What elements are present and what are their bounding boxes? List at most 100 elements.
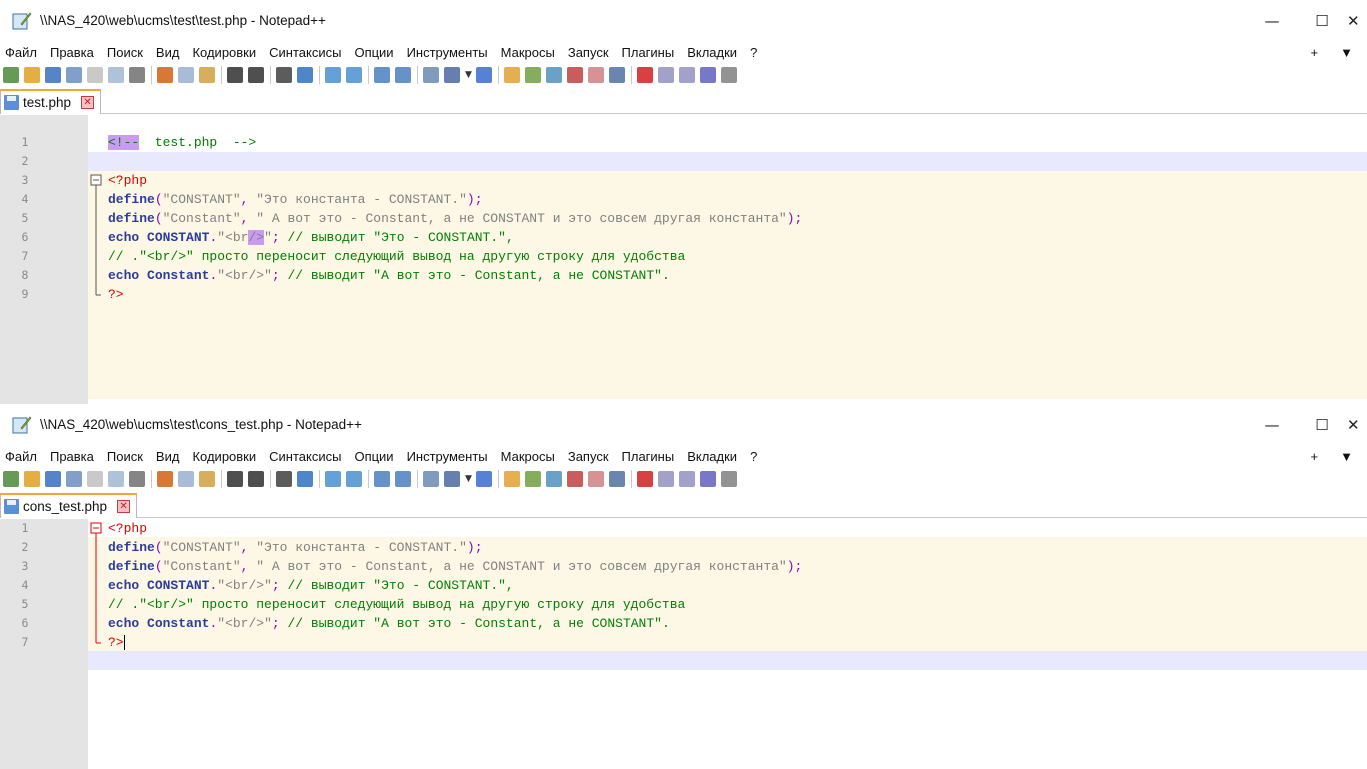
paste-icon[interactable] <box>199 67 215 83</box>
zoom-in-icon[interactable] <box>325 67 341 83</box>
play-macro-icon[interactable] <box>678 471 695 487</box>
code-editor[interactable]: 1 <!-- test.php --> 2 3 <?php 4 define("… <box>0 115 1367 404</box>
menu-tools[interactable]: Инструменты <box>407 45 488 60</box>
close-button[interactable]: ✕ <box>1347 404 1367 445</box>
menu-window[interactable]: Вкладки <box>687 45 737 60</box>
sync-horizontal-icon[interactable] <box>395 471 411 487</box>
record-macro-icon[interactable] <box>636 67 653 83</box>
tab-cons-test-php[interactable]: cons_test.php ✕ <box>0 493 138 518</box>
menu-file[interactable]: Файл <box>5 449 37 464</box>
word-wrap-icon[interactable] <box>423 67 439 83</box>
menu-view[interactable]: Вид <box>156 45 180 60</box>
tab-close-icon[interactable]: ✕ <box>81 96 95 109</box>
title-bar[interactable]: \\NAS_420\web\ucms\test\cons_test.php - … <box>0 404 1367 445</box>
menu-plugins[interactable]: Плагины <box>622 449 675 464</box>
udl-icon[interactable] <box>503 67 520 83</box>
fold-collapse-icon[interactable] <box>88 519 104 538</box>
menu-search[interactable]: Поиск <box>107 45 143 60</box>
close-icon[interactable] <box>87 67 103 83</box>
menu-search[interactable]: Поиск <box>107 449 143 464</box>
menu-plugins[interactable]: Плагины <box>622 45 675 60</box>
zoom-in-icon[interactable] <box>325 471 341 487</box>
menu-view[interactable]: Вид <box>156 449 180 464</box>
open-file-icon[interactable] <box>24 67 40 83</box>
folder-workspace-icon[interactable] <box>566 471 583 487</box>
copy-icon[interactable] <box>178 471 194 487</box>
print-icon[interactable] <box>129 67 145 83</box>
menu-edit[interactable]: Правка <box>50 449 94 464</box>
zoom-out-icon[interactable] <box>346 471 362 487</box>
udl-icon[interactable] <box>503 471 520 487</box>
menu-help[interactable]: ? <box>750 449 757 464</box>
tab-test-php[interactable]: test.php ✕ <box>0 89 102 114</box>
title-bar[interactable]: \\NAS_420\web\ucms\test\test.php - Notep… <box>0 0 1367 41</box>
doc-map-icon[interactable] <box>524 471 541 487</box>
eye-icon[interactable] <box>608 471 625 487</box>
function-list-icon[interactable] <box>545 67 562 83</box>
menu-run[interactable]: Запуск <box>568 449 609 464</box>
save-all-icon[interactable] <box>66 471 82 487</box>
menu-language[interactable]: Синтаксисы <box>269 45 341 60</box>
save-icon[interactable] <box>45 67 61 83</box>
folder-workspace-icon[interactable] <box>566 67 583 83</box>
new-file-icon[interactable] <box>3 67 19 83</box>
menu-tools[interactable]: Инструменты <box>407 449 488 464</box>
open-file-icon[interactable] <box>24 471 40 487</box>
run-macro-multiple-icon[interactable] <box>699 67 716 83</box>
undo-icon[interactable] <box>227 471 243 487</box>
play-macro-icon[interactable] <box>678 67 695 83</box>
minimize-button[interactable]: — <box>1247 0 1297 41</box>
word-wrap-icon[interactable] <box>423 471 439 487</box>
menu-window[interactable]: Вкладки <box>687 449 737 464</box>
close-button[interactable]: ✕ <box>1347 0 1367 41</box>
show-all-chars-icon[interactable] <box>444 67 460 83</box>
save-macro-icon[interactable] <box>720 471 737 487</box>
indent-guide-icon[interactable] <box>475 471 492 487</box>
redo-icon[interactable] <box>248 67 264 83</box>
dropdown-arrow-icon[interactable]: ▼ <box>465 474 472 484</box>
maximize-button[interactable]: ☐ <box>1297 404 1347 445</box>
menu-language[interactable]: Синтаксисы <box>269 449 341 464</box>
sync-horizontal-icon[interactable] <box>395 67 411 83</box>
menu-help[interactable]: ? <box>750 45 757 60</box>
new-file-icon[interactable] <box>3 471 19 487</box>
monitoring-icon[interactable] <box>587 67 604 83</box>
menu-macro[interactable]: Макросы <box>501 45 555 60</box>
sync-vertical-icon[interactable] <box>374 67 390 83</box>
add-tab-button[interactable]: + <box>1311 45 1319 60</box>
menu-encoding[interactable]: Кодировки <box>192 449 256 464</box>
cut-icon[interactable] <box>157 67 173 83</box>
run-macro-multiple-icon[interactable] <box>699 471 716 487</box>
menu-encoding[interactable]: Кодировки <box>192 45 256 60</box>
save-macro-icon[interactable] <box>720 67 737 83</box>
stop-macro-icon[interactable] <box>657 471 674 487</box>
stop-macro-icon[interactable] <box>657 67 674 83</box>
record-macro-icon[interactable] <box>636 471 653 487</box>
add-tab-button[interactable]: + <box>1311 449 1319 464</box>
cut-icon[interactable] <box>157 471 173 487</box>
menu-file[interactable]: Файл <box>5 45 37 60</box>
replace-icon[interactable] <box>297 67 313 83</box>
replace-icon[interactable] <box>297 471 313 487</box>
eye-icon[interactable] <box>608 67 625 83</box>
undo-icon[interactable] <box>227 67 243 83</box>
tab-list-button[interactable]: ▼ <box>1340 45 1353 60</box>
find-icon[interactable] <box>276 471 292 487</box>
tab-close-icon[interactable]: ✕ <box>117 500 131 513</box>
doc-map-icon[interactable] <box>524 67 541 83</box>
dropdown-arrow-icon[interactable]: ▼ <box>465 70 472 80</box>
menu-run[interactable]: Запуск <box>568 45 609 60</box>
monitoring-icon[interactable] <box>587 471 604 487</box>
zoom-out-icon[interactable] <box>346 67 362 83</box>
function-list-icon[interactable] <box>545 471 562 487</box>
save-all-icon[interactable] <box>66 67 82 83</box>
redo-icon[interactable] <box>248 471 264 487</box>
code-editor[interactable]: 1 <?php 2 define("CONSTANT", "Это конста… <box>0 519 1367 769</box>
close-icon[interactable] <box>87 471 103 487</box>
copy-icon[interactable] <box>178 67 194 83</box>
show-all-chars-icon[interactable] <box>444 471 460 487</box>
close-all-icon[interactable] <box>108 67 124 83</box>
menu-macro[interactable]: Макросы <box>501 449 555 464</box>
paste-icon[interactable] <box>199 471 215 487</box>
print-icon[interactable] <box>129 471 145 487</box>
